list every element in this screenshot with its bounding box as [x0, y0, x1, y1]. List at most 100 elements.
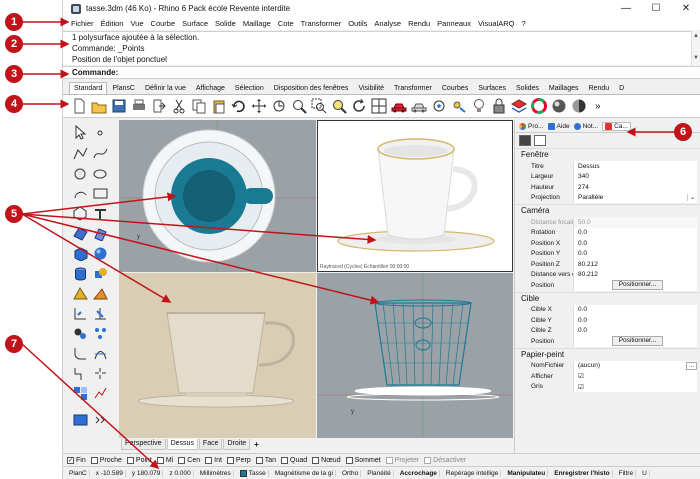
tab-droite[interactable]: Droite [223, 439, 251, 450]
menu-transformer[interactable]: Transformer [301, 19, 342, 28]
checkbox[interactable] [312, 456, 320, 464]
boolean-icon[interactable] [93, 266, 108, 281]
osnap-projeter[interactable]: Projeter [385, 456, 419, 464]
tab-maillages[interactable]: Maillages [544, 82, 584, 94]
car-outline-icon[interactable] [411, 98, 427, 114]
osnap-fin[interactable]: ✓ Fin [67, 456, 86, 464]
box-solid-icon[interactable] [73, 246, 88, 262]
sphere-solid-icon[interactable] [93, 246, 108, 261]
point-icon[interactable] [451, 98, 467, 114]
tab-dessus[interactable]: Dessus [166, 439, 198, 450]
menu-fichier[interactable]: Fichier [71, 19, 94, 28]
viewport-frame-icon[interactable] [534, 134, 546, 146]
tab-disposition[interactable]: Disposition des fenêtres [269, 82, 354, 94]
checkbox[interactable]: ✓ [67, 456, 74, 464]
status-smarttrack[interactable]: Repérage intellige [444, 469, 502, 477]
menu-vue[interactable]: Vue [130, 19, 143, 28]
tab-visibilite[interactable]: Visibilité [353, 82, 389, 94]
maximize-button[interactable]: ☐ [641, 0, 671, 17]
minimize-button[interactable]: — [611, 0, 641, 17]
menu-analyse[interactable]: Analyse [374, 19, 401, 28]
trim-icon[interactable] [93, 346, 108, 361]
checkbox[interactable] [226, 456, 234, 464]
menu-courbe[interactable]: Courbe [151, 19, 176, 28]
position-x-field[interactable]: 0.0 [573, 238, 697, 249]
tab-notes[interactable]: Not... [573, 122, 598, 130]
zoom-extents-icon[interactable] [331, 98, 347, 114]
cible-x-field[interactable]: 0.0 [573, 304, 697, 315]
tab-surfaces[interactable]: Surfaces [473, 82, 511, 94]
status-gumball[interactable]: Manipulateu [505, 469, 549, 477]
scroll-up-icon[interactable]: ▲ [692, 31, 700, 42]
osnap-mi[interactable]: Mi [156, 456, 173, 464]
dimension-icon[interactable] [73, 306, 88, 321]
menu-edition[interactable]: Édition [101, 19, 124, 28]
osnap-tan[interactable]: Tan [255, 456, 276, 464]
zoom-window-icon[interactable] [311, 98, 327, 114]
viewport-top[interactable]: y [119, 120, 316, 272]
cible-positionner-button[interactable]: Positionner... [611, 336, 664, 347]
tab-aide[interactable]: Aide [547, 122, 570, 130]
material-sphere-icon[interactable] [551, 98, 567, 114]
car-render-icon[interactable] [391, 98, 407, 114]
cut-icon[interactable] [171, 98, 187, 114]
checkbox[interactable] [424, 456, 432, 464]
cylinder-icon[interactable] [73, 266, 88, 281]
export-icon[interactable] [151, 98, 167, 114]
checkbox[interactable] [385, 456, 393, 464]
snap-dot-icon[interactable] [431, 98, 447, 114]
rotate-icon[interactable] [351, 98, 367, 114]
tab-affichage[interactable]: Affichage [191, 82, 230, 94]
viewport-right[interactable]: y [317, 273, 513, 438]
checkbox[interactable] [156, 456, 164, 464]
menu-help[interactable]: ? [522, 19, 526, 28]
toolbar-overflow-icon[interactable]: » [595, 101, 601, 112]
position-z-field[interactable]: 80.212 [573, 259, 697, 270]
osnap-perp[interactable]: Perp [226, 456, 251, 464]
osnap-sommet[interactable]: Sommet [345, 456, 381, 464]
osnap-quad[interactable]: Quad [281, 456, 307, 464]
command-prompt-field[interactable]: Commande: [63, 66, 700, 79]
ellipse-icon[interactable] [93, 166, 108, 181]
tab-d-truncated[interactable]: D [614, 82, 629, 94]
camera-view-icon[interactable] [519, 134, 531, 146]
camera-positionner-button[interactable]: Positionner... [611, 280, 664, 291]
rotate-view-icon[interactable] [271, 98, 287, 114]
join-icon[interactable] [73, 366, 88, 381]
pan-icon[interactable] [251, 98, 267, 114]
status-ortho[interactable]: Ortho [340, 469, 362, 477]
rotation-field[interactable]: 0.0 [573, 227, 697, 238]
polygon-icon[interactable] [73, 206, 88, 221]
transform-icon[interactable] [93, 306, 108, 321]
mesh-icon[interactable] [73, 286, 88, 301]
arc-icon[interactable] [73, 186, 88, 201]
menu-outils[interactable]: Outils [348, 19, 367, 28]
gris-checkbox[interactable]: ☑ [573, 381, 697, 392]
extrude-surface-icon[interactable] [93, 226, 108, 242]
tab-selection[interactable]: Sélection [230, 82, 269, 94]
checkbox[interactable] [178, 456, 186, 464]
status-plan[interactable]: PlanC [67, 469, 90, 477]
tab-courbes[interactable]: Courbes [437, 82, 473, 94]
new-file-icon[interactable] [71, 98, 87, 114]
projection-select[interactable]: Parallèle ⌄ [573, 192, 697, 203]
status-layer[interactable]: Tasse [238, 469, 269, 477]
render-box-icon[interactable] [73, 412, 88, 427]
save-icon[interactable] [111, 98, 127, 114]
menu-surface[interactable]: Surface [182, 19, 208, 28]
layers-icon[interactable] [510, 98, 528, 114]
zoom-dynamic-icon[interactable] [291, 98, 307, 114]
lock-icon[interactable] [491, 98, 507, 114]
rectangle-icon[interactable] [93, 186, 108, 201]
checkbox[interactable] [345, 456, 353, 464]
osnap-proche[interactable]: Proche [90, 456, 122, 464]
scroll-thumb[interactable] [692, 42, 700, 53]
menu-panneaux[interactable]: Panneaux [437, 19, 471, 28]
tab-solides[interactable]: Solides [511, 82, 544, 94]
four-viewports-icon[interactable] [371, 98, 387, 114]
select-arrow-icon[interactable] [73, 124, 88, 140]
print-icon[interactable] [131, 98, 147, 114]
group-icon[interactable] [73, 386, 88, 401]
checkbox[interactable] [90, 456, 98, 464]
curve-icon[interactable] [93, 146, 108, 161]
